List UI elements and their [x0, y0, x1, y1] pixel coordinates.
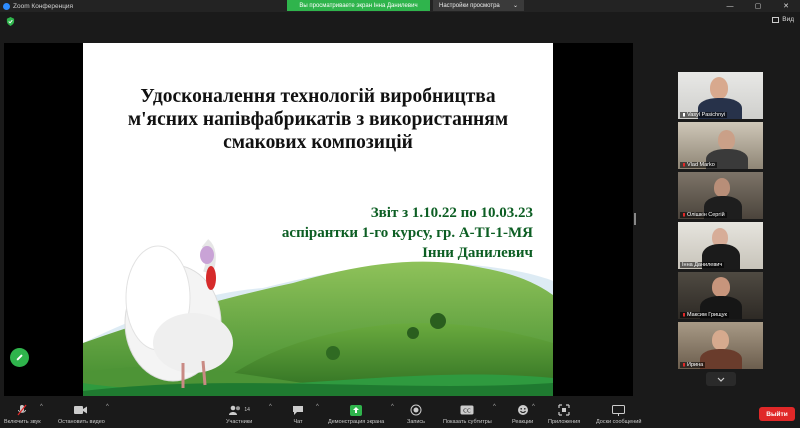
mic-muted-icon	[683, 162, 685, 166]
participants-button[interactable]: 14 Участники	[226, 404, 252, 425]
chevron-up-icon[interactable]: ^	[40, 404, 43, 410]
report-line: Звіт з 1.10.22 по 10.03.23	[370, 205, 533, 221]
view-options-button[interactable]: Настройки просмотра ⌄	[433, 0, 524, 11]
mute-label: Включить звук	[4, 419, 41, 425]
participant-video	[700, 349, 742, 369]
apps-icon	[558, 404, 570, 416]
chat-label: Чат	[293, 419, 303, 425]
maximize-button[interactable]: ▢	[744, 0, 772, 12]
slide-title: Удосконалення технологій виробництва м'я…	[83, 85, 553, 154]
slide-title-line: смакових композицій	[223, 132, 413, 153]
meeting-toolbar: Включить звук ^ Остановить видео ^ 14 Уч…	[0, 399, 800, 428]
shield-icon[interactable]	[6, 17, 15, 26]
slide-report-info: Звіт з 1.10.22 по 10.03.23 аспірантки 1-…	[282, 203, 533, 263]
shared-screen-area: Удосконалення технологій виробництва м'я…	[4, 43, 633, 396]
captions-label: Показать субтитры	[443, 419, 492, 425]
reactions-button[interactable]: Реакции	[512, 404, 533, 425]
slide-title-line: Удосконалення технологій виробництва	[140, 86, 496, 107]
smiley-icon	[517, 405, 528, 415]
close-button[interactable]: ✕	[772, 0, 800, 12]
captions-icon: CC	[460, 405, 474, 415]
svg-text:CC: CC	[464, 408, 472, 414]
chevron-up-icon[interactable]: ^	[391, 404, 394, 410]
mic-muted-icon	[683, 362, 685, 366]
participants-count: 14	[244, 407, 250, 413]
slide-title-line: м'ясних напівфабрикатів з використанням	[127, 109, 509, 130]
reactions-label: Реакции	[512, 419, 534, 425]
participant-tile[interactable]: Максим Грищук	[678, 272, 763, 319]
participant-video	[712, 277, 730, 297]
chevron-up-icon[interactable]: ^	[106, 404, 109, 410]
leave-meeting-button[interactable]: Выйти	[759, 407, 795, 421]
chevron-down-icon	[717, 377, 725, 382]
whiteboard-icon	[612, 404, 626, 416]
report-line: аспірантки 1-го курсу, гр. А-ТІ-1-МЯ	[281, 225, 533, 241]
participant-video	[712, 330, 729, 350]
chat-button[interactable]: Чат	[292, 404, 304, 425]
participant-video	[718, 130, 735, 150]
pencil-icon	[16, 354, 23, 361]
participants-icon	[229, 405, 241, 415]
apps-button[interactable]: Приложения	[548, 404, 580, 425]
share-screen-icon	[350, 404, 363, 416]
whiteboard-label: Доски сообщений	[596, 419, 642, 425]
record-label: Запись	[407, 419, 426, 425]
mic-icon	[683, 112, 685, 116]
participant-video	[714, 178, 730, 197]
mic-muted-icon	[683, 312, 685, 316]
share-screen-button[interactable]: Демонстрация экрана	[328, 404, 384, 425]
participant-tile[interactable]: Vasyl Pasichnyi	[678, 72, 763, 119]
record-button[interactable]: Запись	[407, 404, 425, 425]
chevron-up-icon[interactable]: ^	[316, 404, 319, 410]
microphone-muted-icon	[17, 404, 27, 416]
captions-button[interactable]: CC Показать субтитры	[443, 404, 492, 425]
gallery-scroll-down-button[interactable]	[706, 372, 736, 386]
whiteboard-button[interactable]: Доски сообщений	[596, 404, 641, 425]
participant-name: Vlad Marko	[680, 162, 717, 168]
view-options-label: Настройки просмотра	[439, 2, 500, 9]
mic-muted-icon	[683, 212, 685, 216]
video-label: Остановить видео	[58, 419, 105, 425]
panel-resize-handle[interactable]	[634, 213, 636, 225]
chevron-up-icon[interactable]: ^	[532, 404, 535, 410]
participant-gallery: Vasyl Pasichnyi Vlad Marko Олішкін Сергі…	[678, 72, 763, 372]
view-button[interactable]: Вид	[772, 16, 794, 23]
participant-tile[interactable]: Ирина	[678, 322, 763, 369]
share-banner: Вы просматриваете экран Інна Данилевич	[287, 0, 430, 11]
annotate-button[interactable]	[10, 348, 29, 367]
participant-tile[interactable]: Vlad Marko	[678, 122, 763, 169]
chevron-up-icon[interactable]: ^	[493, 404, 496, 410]
participant-tile-active-speaker[interactable]: Інна Данилевич	[678, 222, 763, 269]
video-camera-icon	[74, 406, 88, 414]
app-title: Zoom Конференция	[0, 2, 74, 10]
report-line: Інни Данилевич	[422, 245, 533, 261]
participants-label: Участники	[226, 419, 253, 425]
participant-name: Інна Данилевич	[680, 262, 725, 268]
chevron-down-icon: ⌄	[512, 3, 518, 9]
participant-name: Ирина	[680, 362, 706, 368]
share-screen-label: Демонстрация экрана	[328, 419, 385, 425]
participant-name: Олішкін Сергій	[680, 212, 727, 218]
record-icon	[410, 404, 422, 416]
window-controls: — ▢ ✕	[716, 0, 800, 12]
apps-label: Приложения	[548, 419, 581, 425]
participant-tile[interactable]: Олішкін Сергій	[678, 172, 763, 219]
presentation-slide: Удосконалення технологій виробництва м'я…	[83, 43, 553, 396]
zoom-logo-icon	[3, 2, 10, 10]
app-title-text: Zoom Конференция	[13, 2, 74, 10]
video-button[interactable]: Остановить видео	[58, 404, 105, 425]
minimize-button[interactable]: —	[716, 0, 744, 12]
participant-video	[710, 77, 728, 99]
chevron-up-icon[interactable]: ^	[269, 404, 272, 410]
participant-name: Максим Грищук	[680, 312, 729, 318]
mute-button[interactable]: Включить звук	[4, 404, 41, 425]
chat-icon	[293, 405, 303, 415]
grid-view-icon	[772, 16, 780, 23]
view-button-label: Вид	[782, 16, 794, 23]
participant-name: Vasyl Pasichnyi	[680, 112, 728, 118]
